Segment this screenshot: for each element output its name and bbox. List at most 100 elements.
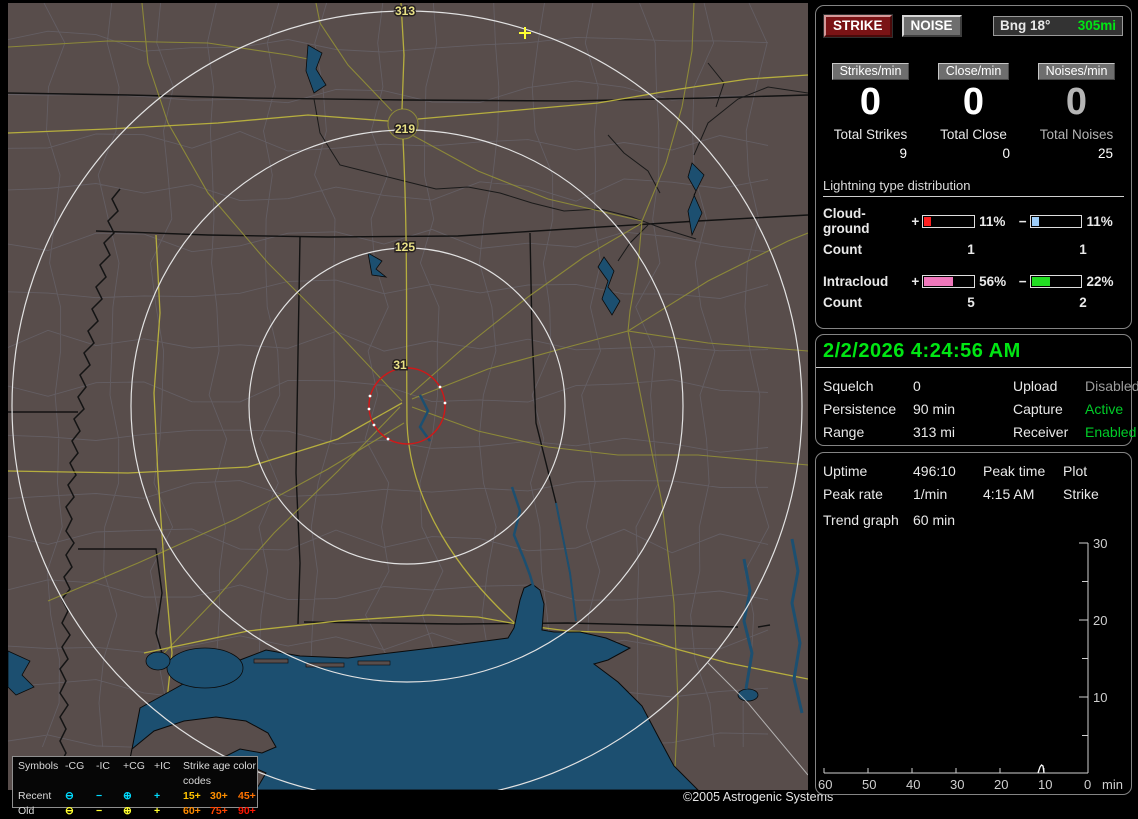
pos-cg-recent-icon: ⊕ (123, 790, 132, 802)
uptime-label: Uptime (823, 463, 868, 479)
receiver-settings: Squelch 0 Upload Disabled Persistence 90… (816, 368, 1138, 450)
range-value: 313 mi (913, 424, 956, 440)
legend-col-neg-cg: -CG (65, 760, 85, 772)
ic-positive-bar (922, 275, 976, 288)
svg-text:20: 20 (1093, 613, 1107, 628)
uptime-stats: Uptime 496:10 Peak time Plot Peak rate 1… (816, 453, 1131, 502)
trend-strike-spike (1037, 764, 1045, 774)
mode-button-row: STRIKE NOISE Bng 18° 305mi (816, 6, 1131, 37)
trend-graph: 60 50 40 30 20 10 0 min 30 20 10 (818, 536, 1123, 792)
squelch-label: Squelch (823, 378, 874, 394)
noise-mode-button[interactable]: NOISE (901, 15, 962, 37)
total-close-label: Total Close (940, 127, 1007, 142)
squelch-value: 0 (913, 378, 921, 394)
svg-text:30: 30 (1093, 536, 1107, 551)
count-label: Count (823, 295, 862, 310)
svg-text:50: 50 (862, 777, 876, 792)
app-window: { "map": { "ring_labels": ["313", "219",… (0, 0, 1138, 817)
legend-col-neg-ic: -IC (96, 760, 110, 772)
plot-label: Plot (1063, 463, 1088, 479)
total-noises-label: Total Noises (1039, 127, 1114, 142)
ring-label-125: 125 (395, 240, 415, 254)
bearing-label: Bng 18° (1000, 18, 1051, 33)
ring-label-219: 219 (395, 122, 415, 136)
cg-positive-bar (922, 214, 976, 228)
receiver-status: Enabled (1085, 424, 1137, 440)
plus-sign: + (911, 213, 920, 229)
cg-negative-pct: 11% (1086, 213, 1113, 229)
intracloud-count-row: Count 5 2 (823, 295, 1124, 310)
legend-symbols-header: Symbols (18, 760, 59, 772)
rate-counters: Strikes/min 0 Total Strikes 9 Close/min … (816, 63, 1131, 161)
age-45: 45+ (238, 790, 256, 802)
lightning-type-distribution: Lightning type distribution Cloud-ground… (816, 178, 1131, 310)
strikes-per-min-value: 0 (859, 81, 882, 123)
datetime-display: 2/2/2026 4:24:56 AM (816, 335, 1131, 368)
strike-mode-button[interactable]: STRIKE (824, 15, 892, 37)
cloud-ground-row: Cloud-ground + 11% − 11% (823, 206, 1124, 236)
noises-counter: Noises/min 0 Total Noises 25 (1030, 63, 1123, 161)
trend-graph-label: Trend graph (823, 512, 899, 528)
trend-graph-row: Trend graph 60 min (816, 502, 1131, 528)
strikes-per-min-chip: Strikes/min (831, 63, 910, 80)
pos-ic-recent-icon: + (154, 790, 161, 802)
neg-cg-recent-icon: ⊖ (65, 790, 74, 802)
uptime-value: 496:10 (913, 463, 956, 479)
intracloud-row: Intracloud + 56% − 22% (823, 274, 1124, 289)
strike-stats-panel: STRIKE NOISE Bng 18° 305mi Strikes/min 0… (815, 5, 1132, 329)
ic-negative-bar (1029, 275, 1083, 288)
count-label: Count (823, 242, 862, 257)
svg-text:30: 30 (950, 777, 964, 792)
total-close-value: 0 (1002, 146, 1010, 161)
cg-negative-bar (1029, 214, 1083, 228)
svg-text:10: 10 (1038, 777, 1052, 792)
peak-rate-label: Peak rate (823, 486, 883, 502)
map-canvas: 313 219 125 31 (8, 3, 808, 790)
legend-col-pos-cg: +CG (123, 760, 145, 772)
svg-text:40: 40 (906, 777, 920, 792)
ic-positive-count: 5 (967, 295, 975, 310)
trend-panel: Uptime 496:10 Peak time Plot Peak rate 1… (815, 452, 1132, 795)
cg-positive-pct: 11% (979, 213, 1006, 229)
peak-time-label: Peak time (983, 463, 1046, 479)
persistence-label: Persistence (823, 401, 897, 417)
upload-label: Upload (1013, 378, 1058, 394)
distribution-header: Lightning type distribution (823, 178, 1124, 197)
capture-label: Capture (1013, 401, 1063, 417)
lightning-map[interactable]: 313 219 125 31 (8, 3, 808, 790)
svg-text:60: 60 (818, 777, 832, 792)
peak-rate-value: 1/min (913, 486, 948, 502)
cloud-ground-label: Cloud-ground (823, 206, 870, 236)
neg-ic-recent-icon: − (96, 790, 103, 802)
close-counter: Close/min 0 Total Close 0 (927, 63, 1020, 161)
ring-label-313: 313 (395, 4, 415, 18)
svg-text:20: 20 (994, 777, 1008, 792)
cloud-ground-count-row: Count 1 1 (823, 242, 1124, 257)
svg-text:0: 0 (1084, 777, 1091, 792)
strikes-counter: Strikes/min 0 Total Strikes 9 (824, 63, 917, 161)
trend-graph-duration: 60 min (913, 512, 956, 528)
copyright-text: ©2005 Astrogenic Systems (683, 790, 834, 804)
receiver-label: Receiver (1013, 424, 1069, 440)
ic-positive-pct: 56% (979, 274, 1007, 289)
plus-sign: + (911, 274, 920, 289)
upload-status: Disabled (1085, 378, 1138, 394)
capture-status: Active (1085, 401, 1124, 417)
legend-col-pos-ic: +IC (154, 760, 171, 772)
plot-type-value: Strike (1063, 486, 1099, 502)
close-per-min-value: 0 (962, 81, 985, 123)
cg-positive-count: 1 (967, 242, 975, 257)
age-15: 15+ (183, 790, 201, 802)
noises-per-min-chip: Noises/min (1037, 63, 1116, 80)
total-strikes-value: 9 (899, 146, 907, 161)
ic-negative-count: 2 (1079, 295, 1087, 310)
legend-age-header: Strike age color codes (183, 760, 256, 787)
bearing-distance: 305mi (1077, 18, 1116, 33)
intracloud-label: Intracloud (823, 274, 889, 289)
peak-time-value: 4:15 AM (983, 486, 1035, 502)
map-legend: Symbols -CG -IC +CG +IC Strike age color… (12, 756, 258, 817)
ic-negative-pct: 22% (1086, 274, 1114, 289)
minus-sign: − (1018, 274, 1027, 289)
minus-sign: − (1018, 213, 1027, 229)
ring-label-31: 31 (393, 358, 407, 372)
